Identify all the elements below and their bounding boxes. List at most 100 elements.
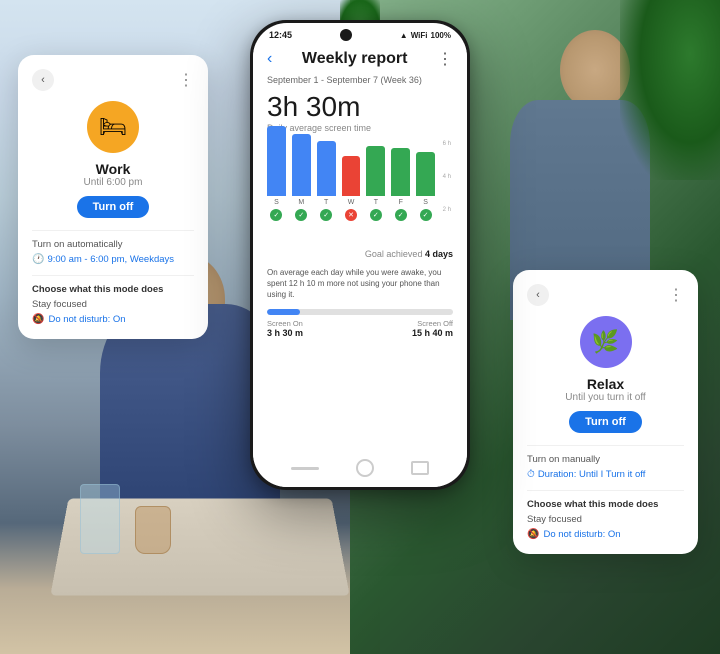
relax-dnd-text: Do not disturb: On [543, 529, 620, 540]
bar-t1 [317, 141, 336, 196]
phone-notch [340, 29, 352, 41]
relax-mode-icon: 🌿 [592, 329, 619, 355]
relax-turn-off-button[interactable]: Turn off [569, 411, 642, 433]
check-t2: ✓ [370, 209, 382, 221]
work-back-button[interactable]: ‹ [32, 69, 54, 91]
relax-mode-title: Relax [527, 376, 684, 392]
glass [80, 484, 120, 554]
phone-bottom-nav [253, 451, 467, 487]
phone-back-button[interactable]: ‹ [267, 50, 272, 68]
phone-more-button[interactable]: ⋮ [437, 49, 453, 69]
work-mode-card: ‹ ⋮ 🛏 Work Until 6:00 pm Turn off Turn o… [18, 55, 208, 339]
work-divider-2 [32, 275, 194, 276]
phone-screen-title: Weekly report [302, 50, 408, 68]
nav-home-icon[interactable] [356, 459, 374, 477]
phone-inner: 12:45 ▲ WiFi 100% ‹ Weekly report ⋮ Sept… [253, 23, 467, 487]
y-label-6h: 6 h [443, 141, 451, 147]
status-icons: ▲ WiFi 100% [400, 31, 451, 40]
goal-value: 4 days [425, 249, 453, 259]
nav-lines-icon[interactable] [291, 467, 319, 470]
phone-nav: ‹ Weekly report ⋮ [267, 49, 453, 69]
signal-icon: ▲ [400, 31, 408, 40]
check-m: ✓ [295, 209, 307, 221]
relax-mode-card: ‹ ⋮ 🌿 Relax Until you turn it off Turn o… [513, 270, 698, 554]
relax-schedule: ⏱ Duration: Until I Turn it off [527, 469, 684, 480]
relax-more-button[interactable]: ⋮ [668, 285, 684, 305]
phone-time: 12:45 [269, 30, 292, 40]
work-turn-off-button[interactable]: Turn off [77, 196, 150, 218]
bar-label-t1: T [324, 199, 328, 206]
relax-dnd-icon: 🔕 [527, 529, 539, 540]
check-s1: ✓ [270, 209, 282, 221]
y-label-2h: 2 h [443, 207, 451, 213]
bar-label-f: F [399, 199, 403, 206]
phone-content: ‹ Weekly report ⋮ September 1 - Septembe… [253, 43, 467, 451]
relax-dnd-row: 🔕 Do not disturb: On [527, 529, 684, 540]
work-divider-1 [32, 230, 194, 231]
goal-row: Goal achieved 4 days [267, 249, 453, 259]
work-mode-title: Work [32, 161, 194, 177]
bar-label-m: M [298, 199, 304, 206]
check-s2: ✓ [420, 209, 432, 221]
progress-container: Screen On Screen Off 3 h 30 m 15 h 40 m [267, 309, 453, 338]
check-w: ✕ [345, 209, 357, 221]
bar-label-s1: S [274, 199, 279, 206]
screen-time-label: Daily average screen time [267, 123, 453, 133]
bar-f [391, 148, 410, 196]
bar-group-t2: T ✓ [366, 146, 385, 221]
bar-label-s2: S [423, 199, 428, 206]
phone-frame: 12:45 ▲ WiFi 100% ‹ Weekly report ⋮ Sept… [250, 20, 470, 490]
work-stay-focused: Stay focused [32, 299, 194, 310]
schedule-icon: 🕐 [32, 254, 44, 265]
relax-back-button[interactable]: ‹ [527, 284, 549, 306]
relax-auto-title: Turn on manually [527, 454, 684, 465]
card-relax-header: ‹ ⋮ [527, 284, 684, 306]
progress-labels: Screen On Screen Off [267, 319, 453, 328]
avg-text: On average each day while you were awake… [267, 267, 453, 301]
work-mode-subtitle: Until 6:00 pm [32, 177, 194, 188]
work-mode-icon: 🛏 [99, 114, 127, 140]
bar-chart-container: S ✓ M ✓ T ✓ [267, 141, 453, 241]
date-range: September 1 - September 7 (Week 36) [267, 75, 453, 85]
bar-s2 [416, 152, 435, 196]
work-schedule: 🕐 9:00 am - 6:00 pm, Weekdays [32, 254, 194, 265]
check-t1: ✓ [320, 209, 332, 221]
plant-top-right [620, 0, 720, 180]
work-auto-title: Turn on automatically [32, 239, 194, 250]
bar-t2 [366, 146, 385, 196]
check-f: ✓ [395, 209, 407, 221]
work-mode-icon-circle: 🛏 [87, 101, 139, 153]
relax-choose-title: Choose what this mode does [527, 499, 684, 510]
progress-track [267, 309, 453, 315]
card-work-header: ‹ ⋮ [32, 69, 194, 91]
dnd-icon: 🔕 [32, 314, 44, 325]
bar-group-w: W ✕ [342, 156, 361, 221]
y-label-4h: 4 h [443, 174, 451, 180]
bar-label-t2: T [374, 199, 378, 206]
mug [135, 506, 171, 554]
screen-on-value: 3 h 30 m [267, 328, 303, 338]
screen-off-value: 15 h 40 m [412, 328, 453, 338]
bar-chart: S ✓ M ✓ T ✓ [267, 141, 435, 221]
bar-m [292, 134, 311, 196]
goal-label: Goal achieved [365, 249, 423, 259]
bar-group-s1: S ✓ [267, 126, 286, 221]
wifi-icon: WiFi [411, 31, 428, 40]
screen-on-label: Screen On [267, 319, 303, 328]
screen-off-label: Screen Off [417, 319, 453, 328]
nav-back-icon[interactable] [411, 461, 429, 475]
work-choose-title: Choose what this mode does [32, 284, 194, 295]
relax-mode-icon-circle: 🌿 [580, 316, 632, 368]
bar-label-w: W [348, 199, 355, 206]
status-bar: 12:45 ▲ WiFi 100% [253, 23, 467, 43]
relax-mode-subtitle: Until you turn it off [527, 392, 684, 403]
relax-schedule-icon: ⏱ [527, 469, 535, 480]
progress-values: 3 h 30 m 15 h 40 m [267, 328, 453, 338]
relax-divider-1 [527, 445, 684, 446]
work-more-button[interactable]: ⋮ [178, 70, 194, 90]
bar-group-t1: T ✓ [317, 141, 336, 221]
bar-s1 [267, 126, 286, 196]
y-axis-labels: 6 h 4 h 2 h [443, 141, 451, 213]
bar-group-f: F ✓ [391, 148, 410, 221]
bar-w [342, 156, 361, 196]
